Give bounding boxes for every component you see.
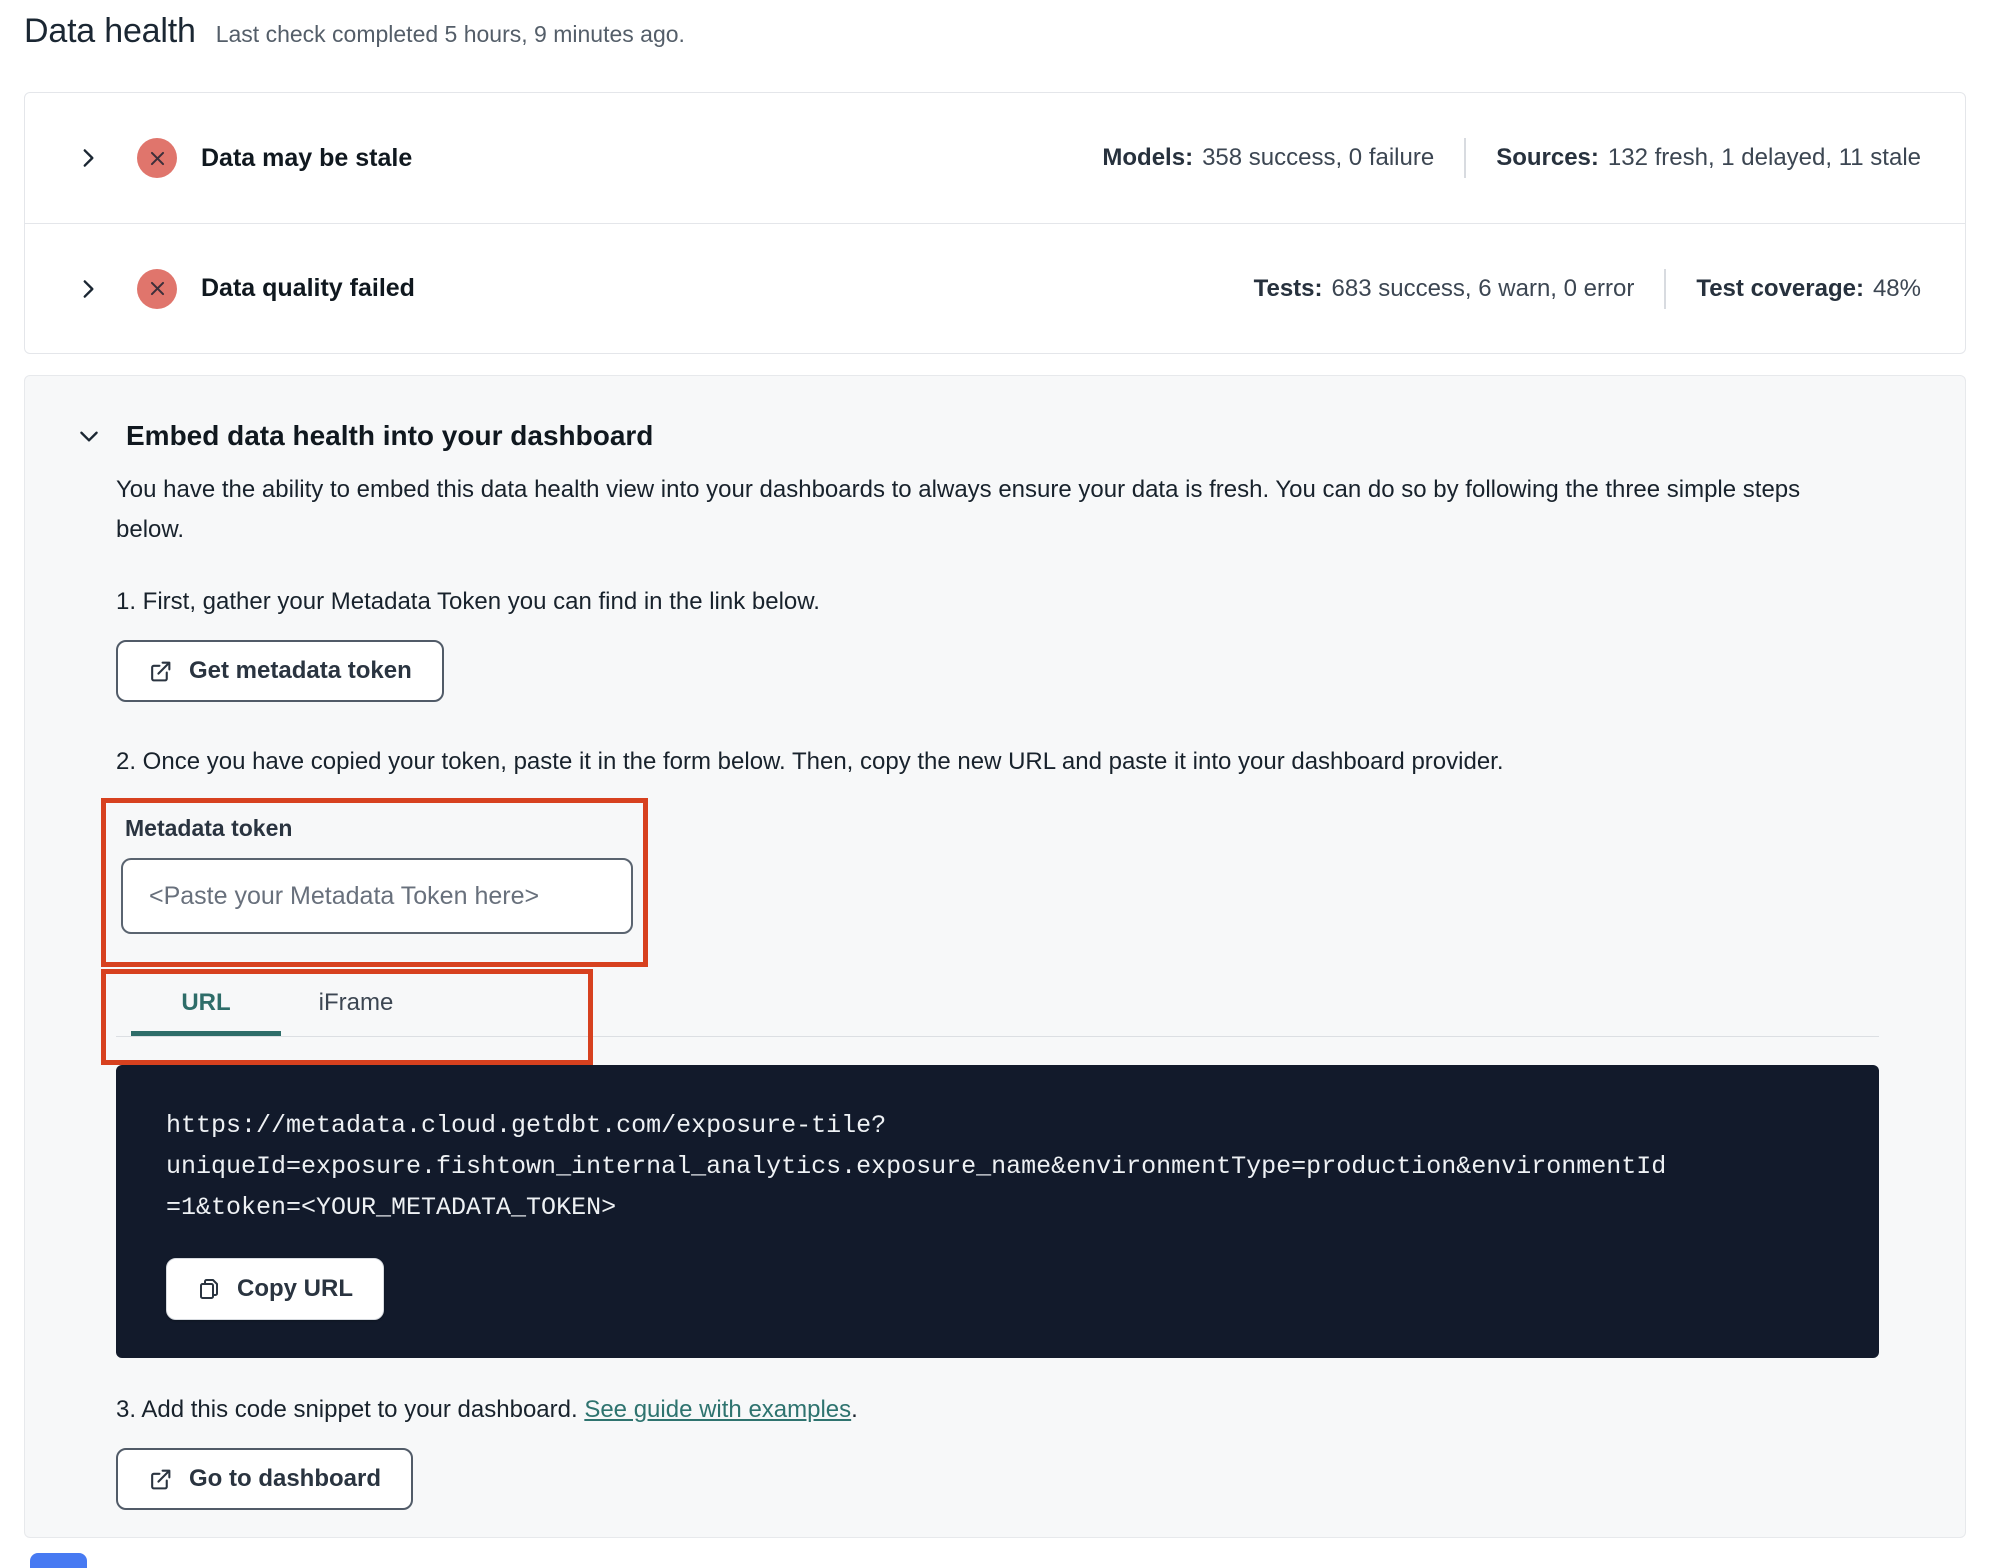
get-metadata-token-label: Get metadata token: [189, 657, 412, 684]
x-circle-icon: [137, 268, 177, 309]
tab-bar: URL iFrame: [116, 975, 1879, 1037]
data-health-status-card: Data may be stale Models: 358 success, 0 …: [24, 92, 1966, 354]
last-check-status: Last check completed 5 hours, 9 minutes …: [215, 21, 685, 47]
step-1-text: 1. First, gather your Metadata Token you…: [116, 588, 820, 615]
annotation-box-metadata-token: Metadata token: [101, 798, 648, 967]
step-3-prefix: 3. Add this code snippet to your dashboa…: [116, 1396, 585, 1423]
go-to-dashboard-button[interactable]: Go to dashboard: [116, 1448, 413, 1510]
chevron-right-icon: [75, 276, 101, 302]
chevron-right-icon: [75, 145, 101, 171]
code-line: https://metadata.cloud.getdbt.com/exposu…: [166, 1111, 887, 1140]
floating-widget-partial[interactable]: [30, 1553, 87, 1568]
models-stat: Models: 358 success, 0 failure: [1102, 144, 1434, 172]
embed-section: Embed data health into your dashboard Yo…: [24, 375, 1966, 1538]
models-stat-label: Models:: [1102, 144, 1194, 171]
embed-url-code-block: https://metadata.cloud.getdbt.com/exposu…: [116, 1065, 1879, 1358]
status-row-stats: Models: 358 success, 0 failure Sources: 13…: [1102, 138, 1921, 178]
step-3-text: 3. Add this code snippet to your dashboa…: [116, 1396, 1875, 1424]
stat-divider: [1464, 138, 1467, 178]
tests-stat: Tests: 683 success, 6 warn, 0 error: [1254, 275, 1635, 303]
guide-examples-link[interactable]: See guide with examples: [584, 1396, 851, 1423]
page-title: Data health: [24, 12, 196, 50]
test-coverage-stat-label: Test coverage:: [1696, 274, 1864, 302]
code-line: =1&token=<YOUR_METADATA_TOKEN>: [166, 1193, 617, 1222]
embed-section-title: Embed data health into your dashboard: [126, 420, 654, 451]
status-row-title: Data may be stale: [201, 143, 413, 172]
code-line: uniqueId=exposure.fishtown_internal_anal…: [166, 1152, 1667, 1181]
tab-iframe[interactable]: iFrame: [281, 975, 431, 1036]
step-3-suffix: .: [851, 1396, 858, 1423]
copy-icon: [197, 1277, 221, 1301]
models-stat-value: 358 success, 0 failure: [1202, 144, 1435, 171]
status-row-title: Data quality failed: [201, 274, 415, 302]
chevron-down-icon: [76, 423, 102, 449]
external-link-icon: [148, 659, 173, 684]
test-coverage-stat-value: 48%: [1872, 274, 1921, 302]
status-row-data-quality[interactable]: Data quality failed Tests: 683 success, 6…: [25, 223, 1965, 353]
copy-url-label: Copy URL: [237, 1275, 353, 1302]
embed-description: You have the ability to embed this data …: [116, 476, 1801, 543]
metadata-token-input[interactable]: [121, 858, 633, 934]
status-row-data-stale[interactable]: Data may be stale Models: 358 success, 0 …: [25, 93, 1965, 223]
tab-url[interactable]: URL: [131, 975, 281, 1036]
tests-stat-value: 683 success, 6 warn, 0 error: [1331, 274, 1635, 302]
go-to-dashboard-label: Go to dashboard: [189, 1465, 381, 1492]
tests-stat-label: Tests:: [1253, 274, 1323, 302]
get-metadata-token-button[interactable]: Get metadata token: [116, 640, 444, 702]
copy-url-button[interactable]: Copy URL: [166, 1258, 384, 1320]
test-coverage-stat: Test coverage: 48%: [1696, 275, 1921, 303]
embed-section-header[interactable]: Embed data health into your dashboard: [76, 420, 1875, 452]
step-2-text: 2. Once you have copied your token, past…: [116, 748, 1504, 775]
sources-stat: Sources: 132 fresh, 1 delayed, 11 stale: [1496, 144, 1921, 172]
embed-output-tabs: URL iFrame: [101, 969, 1879, 1065]
x-circle-icon: [137, 138, 177, 178]
stat-divider: [1664, 268, 1667, 309]
page-header: Data health Last check completed 5 hours…: [24, 12, 685, 51]
metadata-token-label: Metadata token: [125, 815, 293, 841]
status-row-stats: Tests: 683 success, 6 warn, 0 error Test …: [1254, 268, 1921, 309]
sources-stat-value: 132 fresh, 1 delayed, 11 stale: [1607, 144, 1921, 171]
sources-stat-label: Sources:: [1496, 144, 1599, 171]
external-link-icon: [148, 1467, 173, 1492]
